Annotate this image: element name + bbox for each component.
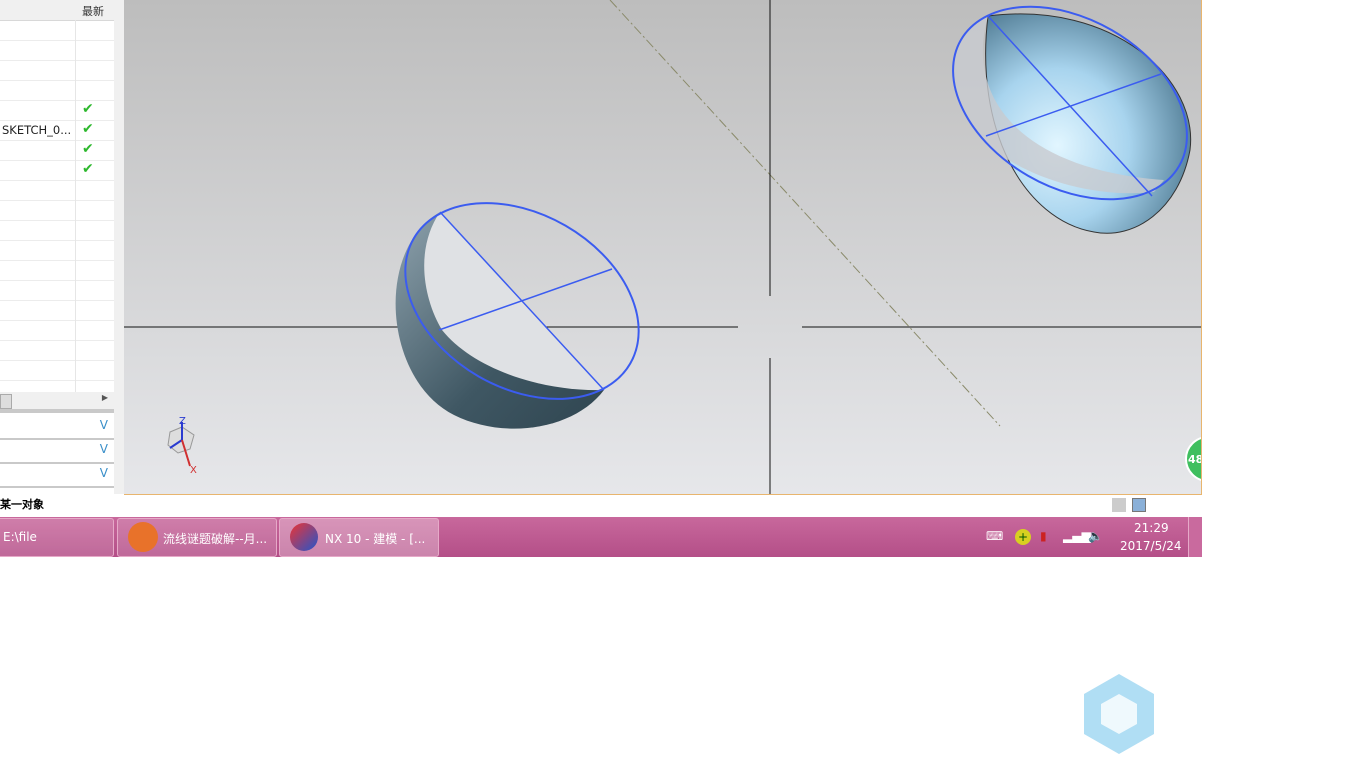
status-bar-text: 某一对象 — [0, 498, 44, 511]
tree-row[interactable] — [0, 20, 114, 41]
horizontal-scrollbar[interactable]: ▶ — [0, 392, 114, 413]
taskbar-item-nx[interactable]: NX 10 - 建模 - [... — [279, 518, 439, 557]
status-icon-flag[interactable] — [1112, 498, 1126, 512]
browser-icon — [128, 522, 158, 552]
chevron-down-icon: V — [99, 466, 108, 480]
row-name: SKETCH_0... — [2, 123, 72, 137]
speed-badge-text: 48 — [1188, 453, 1201, 466]
nx-icon — [290, 523, 318, 551]
tree-row[interactable] — [0, 280, 114, 301]
part-navigator: 最新 ✔ SKETCH_0... ✔ ✔ ✔ ▶ V V V — [0, 0, 114, 494]
tree-row[interactable] — [0, 300, 114, 321]
tree-row[interactable] — [0, 200, 114, 221]
tree-row[interactable]: ✔ — [0, 140, 114, 161]
column-latest: 最新 — [82, 5, 104, 18]
tree-row[interactable] — [0, 340, 114, 361]
keyboard-icon[interactable]: ⌨ — [986, 529, 1003, 543]
tree-row[interactable] — [0, 260, 114, 281]
status-icon-fullscreen[interactable] — [1132, 498, 1146, 512]
volume-icon[interactable]: 🔈 — [1088, 529, 1103, 543]
section-1[interactable]: V — [0, 416, 114, 440]
section-2[interactable]: V — [0, 440, 114, 464]
taskbar-explorer[interactable]: E:\file — [0, 518, 114, 557]
chevron-down-icon: V — [99, 442, 108, 456]
tree-row[interactable] — [0, 60, 114, 81]
axis-x-label: X — [190, 465, 197, 476]
taskbar: E:\file 流线谜题破解--月... NX 10 - 建模 - [... ⌨… — [0, 517, 1202, 557]
checkmark-icon: ✔ — [82, 121, 94, 137]
checkmark-icon: ✔ — [82, 141, 94, 157]
taskbar-item-browser[interactable]: 流线谜题破解--月... — [117, 518, 277, 557]
checkmark-icon: ✔ — [82, 161, 94, 177]
column-header[interactable]: 最新 — [0, 0, 114, 21]
taskbar-item-label: NX 10 - 建模 - [... — [325, 532, 426, 546]
checkmark-icon: ✔ — [82, 101, 94, 117]
tree-row[interactable] — [0, 40, 114, 61]
clock-date[interactable]: 2017/5/24 — [1120, 539, 1182, 553]
tree-row[interactable] — [0, 240, 114, 261]
tree-row[interactable]: ✔ — [0, 160, 114, 181]
graphics-viewport[interactable]: Z X 48 — [124, 0, 1202, 495]
plus-tray-icon[interactable]: + — [1015, 529, 1031, 545]
clock-time[interactable]: 21:29 — [1134, 521, 1169, 535]
section-3[interactable]: V — [0, 464, 114, 488]
tree-row[interactable]: SKETCH_0... ✔ — [0, 120, 114, 141]
tree-row[interactable]: ✔ — [0, 100, 114, 121]
axis-z-label: Z — [179, 416, 186, 427]
splitter[interactable] — [114, 0, 124, 494]
tree-row[interactable] — [0, 180, 114, 201]
hemisphere-right — [952, 5, 1192, 234]
show-desktop-button[interactable] — [1188, 517, 1202, 557]
tree-row[interactable] — [0, 360, 114, 381]
hemisphere-left — [395, 202, 640, 429]
tree-row[interactable] — [0, 220, 114, 241]
power-icon[interactable]: ▮ — [1040, 529, 1047, 543]
chevron-down-icon: V — [99, 418, 108, 432]
watermark-cube-logo — [1084, 674, 1154, 754]
taskbar-item-label: 流线谜题破解--月... — [163, 532, 268, 546]
network-signal-icon[interactable]: ▂▄▆ — [1063, 529, 1091, 543]
tree-row[interactable] — [0, 320, 114, 341]
tree-row[interactable] — [0, 80, 114, 101]
datum-axis — [609, 0, 1001, 427]
taskbar-item-label: E:\file — [3, 530, 37, 544]
triad-icon — [167, 422, 195, 467]
